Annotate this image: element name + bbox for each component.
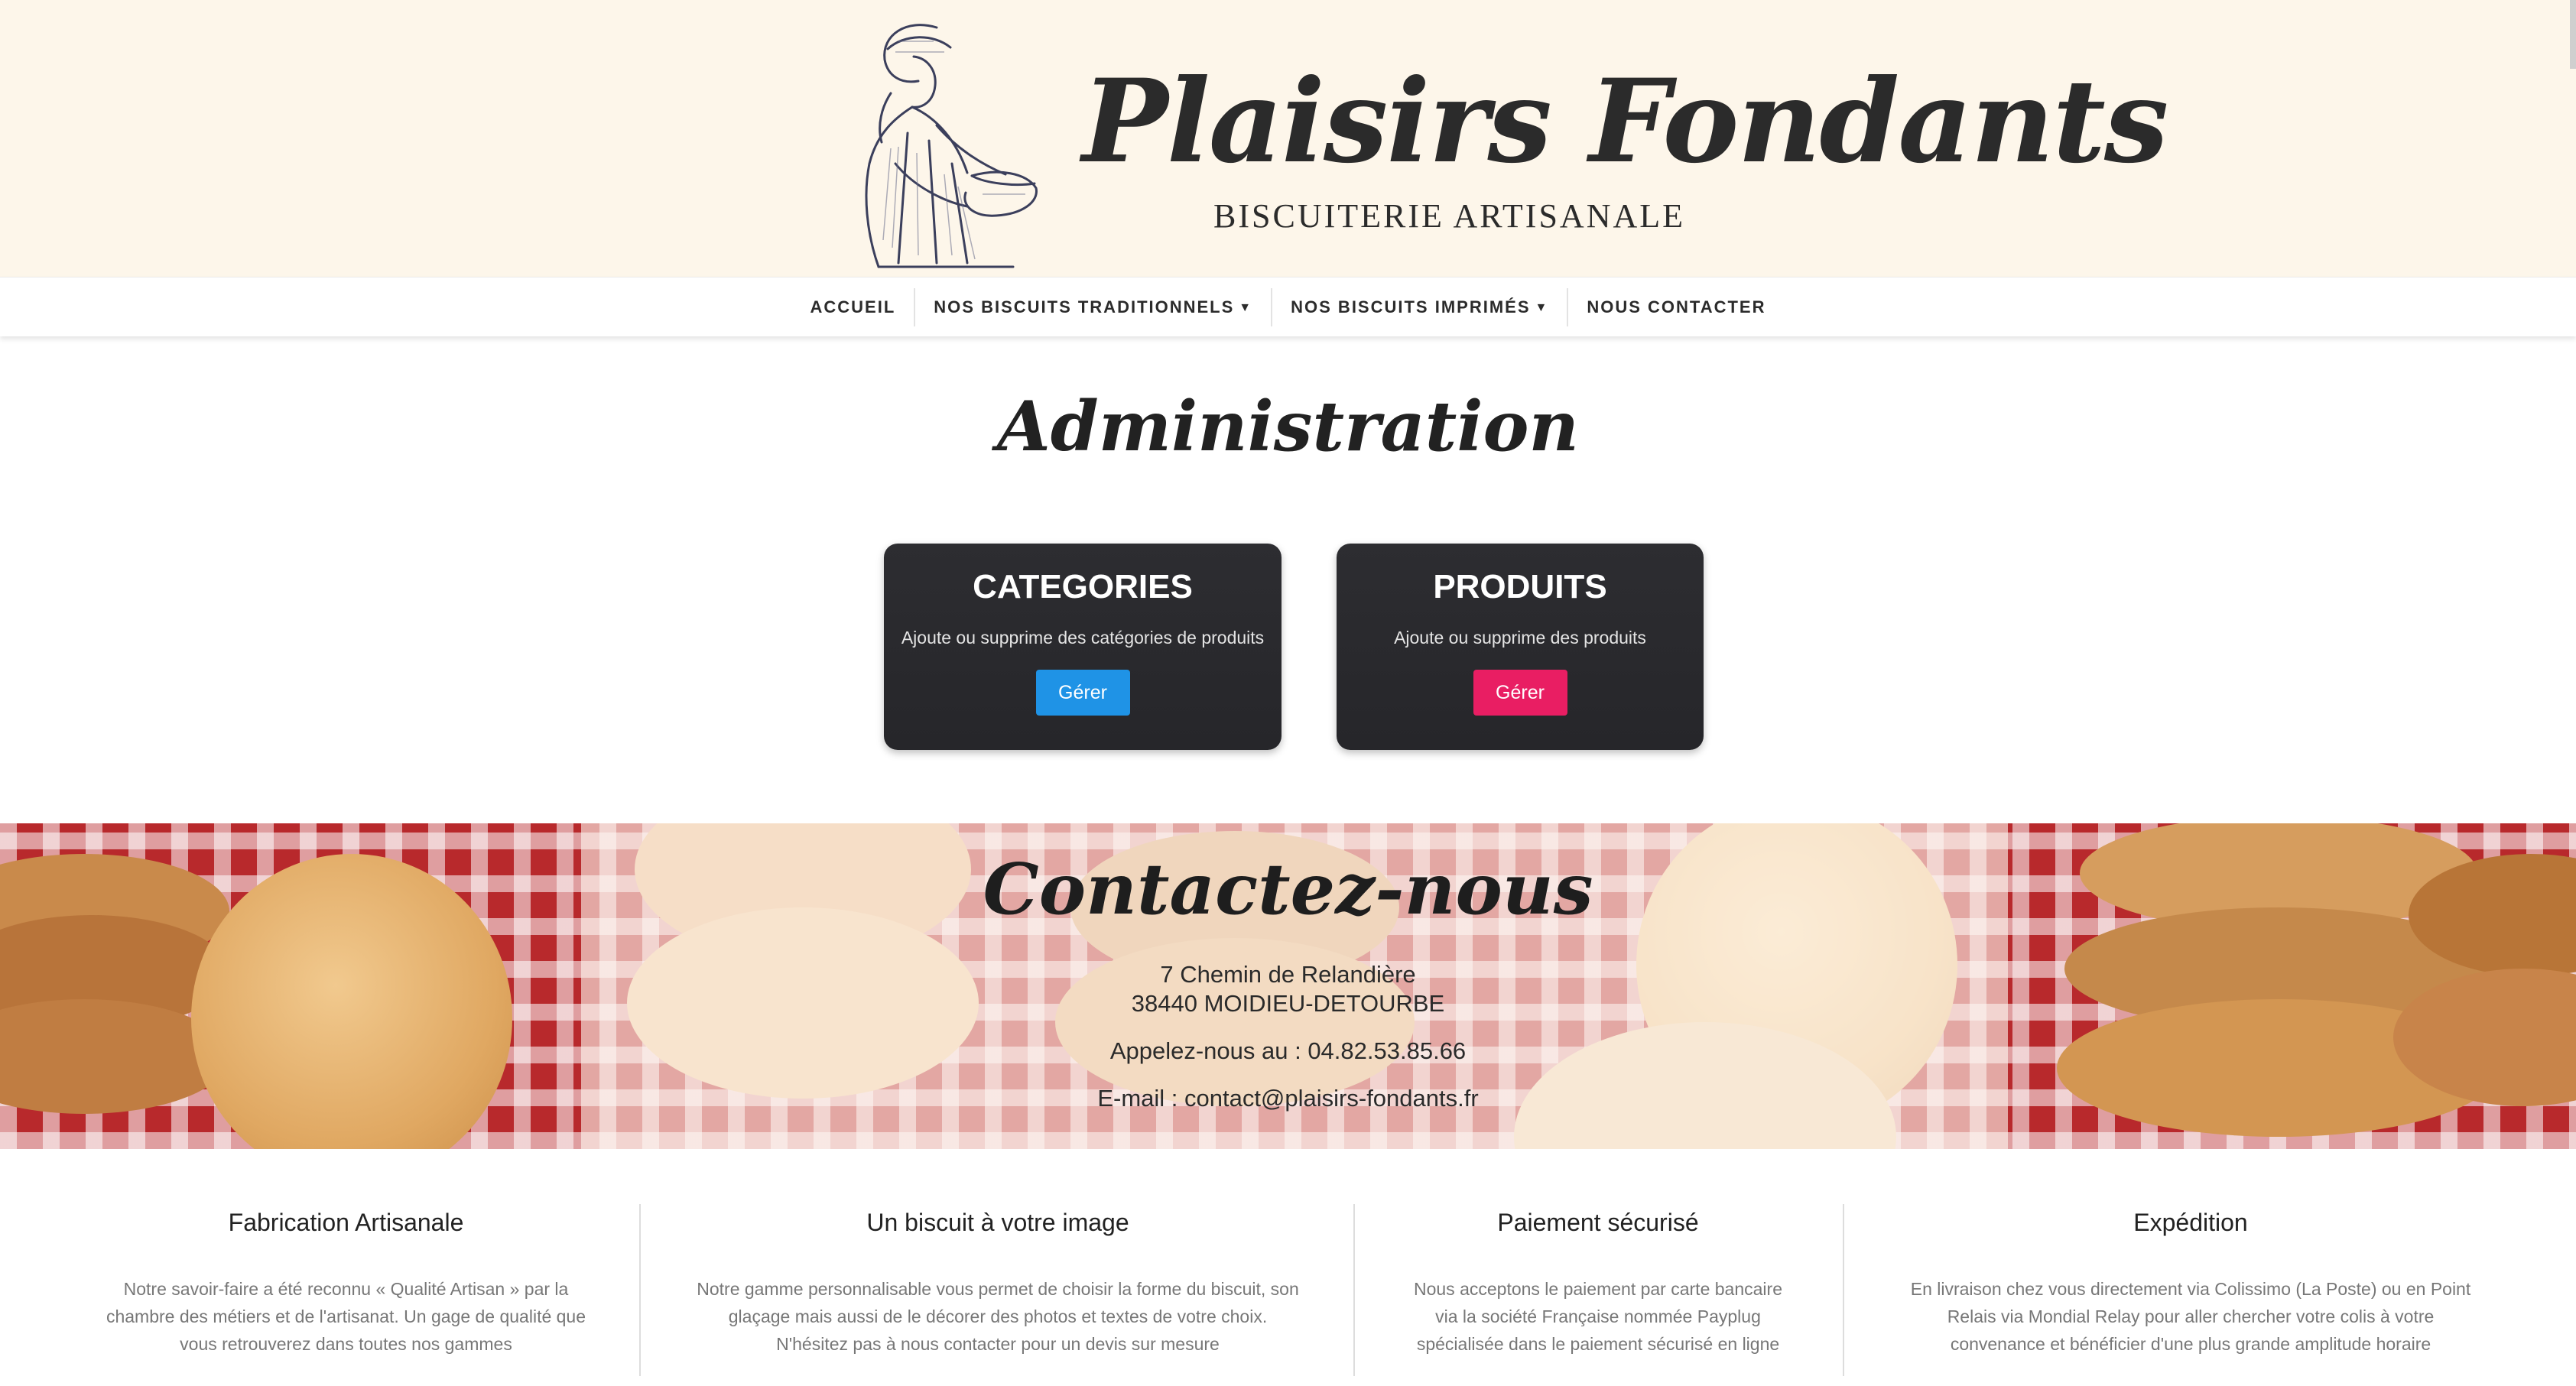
- nav-item-label: NOS BISCUITS IMPRIMÉS: [1291, 297, 1531, 316]
- feature-text-line: via la société Française nommée Payplug: [1435, 1306, 1761, 1326]
- feature-text-line: chambre des métiers et de l'artisanat. U…: [106, 1306, 586, 1326]
- feature-title: Paiement sécurisé: [1497, 1209, 1699, 1236]
- feature-title: Expédition: [2133, 1209, 2248, 1236]
- caret-down-icon: ▼: [1535, 300, 1549, 314]
- feature-title: Un biscuit à votre image: [866, 1209, 1129, 1236]
- feature-text: Notre gamme personnalisable vous permet …: [646, 1275, 1350, 1358]
- feature-text-line: vous retrouverez dans toutes nos gammes: [180, 1334, 512, 1354]
- feature-divider: [639, 1204, 641, 1376]
- feature-text-line: spécialisée dans le paiement sécurisé en…: [1416, 1334, 1780, 1354]
- contact-title: Contactez-nous: [983, 848, 1593, 930]
- address-line-2: 38440 MOIDIEU-DETOURBE: [1131, 990, 1445, 1017]
- brand-tagline: BISCUITERIE ARTISANALE: [1213, 197, 1686, 235]
- manage-categories-button[interactable]: Gérer: [1035, 670, 1130, 716]
- feature-divider: [1843, 1204, 1844, 1376]
- contact-phone[interactable]: Appelez-nous au : 04.82.53.85.66: [0, 1037, 2576, 1065]
- nav-item-label: NOUS CONTACTER: [1587, 297, 1766, 316]
- feature-biscuit-image: Un biscuit à votre image Notre gamme per…: [646, 1149, 1350, 1386]
- contact-email[interactable]: E-mail : contact@plaisirs-fondants.fr: [0, 1085, 2576, 1112]
- card-description: Ajoute ou supprime des catégories de pro…: [901, 628, 1265, 648]
- nav-item-label: NOS BISCUITS TRADITIONNELS: [934, 297, 1235, 316]
- contact-section: Contactez-nous 7 Chemin de Relandière 38…: [0, 823, 2576, 1149]
- site-header: Plaisirs Fondants BISCUITERIE ARTISANALE: [0, 0, 2576, 277]
- card-description: Ajoute ou supprime des produits: [1394, 628, 1646, 648]
- feature-text-line: Relais via Mondial Relay pour aller cher…: [1947, 1306, 2435, 1326]
- feature-text-line: Nous acceptons le paiement par carte ban…: [1413, 1279, 1782, 1299]
- feature-expedition: Expédition En livraison chez vous direct…: [1847, 1149, 2535, 1386]
- site-logo[interactable]: Plaisirs Fondants BISCUITERIE ARTISANALE: [822, 11, 2168, 274]
- nav-item-accueil[interactable]: ACCUEIL: [792, 288, 914, 326]
- feature-text-line: Notre savoir-faire a été reconnu « Quali…: [123, 1279, 569, 1299]
- feature-text-line: N'hésitez pas à nous contacter pour un d…: [776, 1334, 1220, 1354]
- brand-name: Plaisirs Fondants: [1082, 54, 2168, 189]
- feature-text: Nous acceptons le paiement par carte ban…: [1357, 1275, 1839, 1358]
- nav-item-biscuits-traditionnels[interactable]: NOS BISCUITS TRADITIONNELS ▼: [915, 288, 1271, 326]
- admin-card-produits: PRODUITS Ajoute ou supprime des produits…: [1337, 544, 1704, 750]
- admin-card-categories: CATEGORIES Ajoute ou supprime des catégo…: [884, 544, 1282, 750]
- feature-text-line: Notre gamme personnalisable vous permet …: [697, 1279, 1299, 1299]
- features-section: Fabrication Artisanale Notre savoir-fair…: [0, 1149, 2576, 1386]
- feature-fabrication: Fabrication Artisanale Notre savoir-fair…: [46, 1149, 646, 1386]
- feature-text: Notre savoir-faire a été reconnu « Quali…: [46, 1275, 646, 1358]
- feature-text-line: glaçage mais aussi de le décorer des pho…: [728, 1306, 1268, 1326]
- feature-paiement: Paiement sécurisé Nous acceptons le paie…: [1357, 1149, 1839, 1386]
- card-title: CATEGORIES: [973, 568, 1193, 605]
- feature-text-line: En livraison chez vous directement via C…: [1910, 1279, 2471, 1299]
- feature-title: Fabrication Artisanale: [228, 1209, 464, 1236]
- card-title: PRODUITS: [1433, 568, 1607, 605]
- address-line-1: 7 Chemin de Relandière: [1160, 961, 1416, 988]
- page-title: Administration: [996, 386, 1579, 467]
- nav-item-biscuits-imprimes[interactable]: NOS BISCUITS IMPRIMÉS ▼: [1272, 288, 1567, 326]
- feature-text-line: convenance et bénéficier d'une plus gran…: [1950, 1334, 2431, 1354]
- scrollbar[interactable]: [2570, 0, 2576, 69]
- nav-item-nous-contacter[interactable]: NOUS CONTACTER: [1568, 288, 1784, 326]
- manage-products-button[interactable]: Gérer: [1473, 670, 1567, 716]
- nav-item-label: ACCUEIL: [810, 297, 896, 316]
- feature-divider: [1353, 1204, 1355, 1376]
- baker-woman-illustration: [865, 24, 1038, 268]
- feature-text: En livraison chez vous directement via C…: [1847, 1275, 2535, 1358]
- main-navigation: ACCUEIL NOS BISCUITS TRADITIONNELS ▼ NOS …: [0, 277, 2576, 336]
- caret-down-icon: ▼: [1239, 300, 1253, 314]
